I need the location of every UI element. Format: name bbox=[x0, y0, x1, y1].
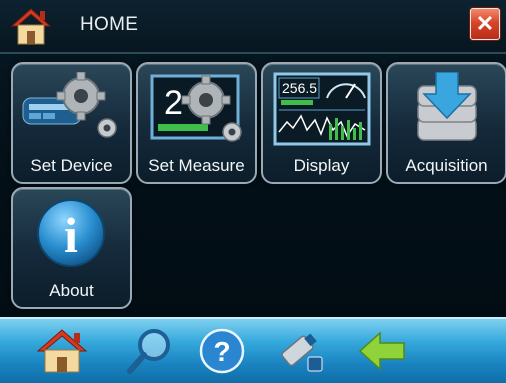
title-bar: HOME ✕ bbox=[0, 0, 506, 54]
help-glyph: ? bbox=[213, 336, 230, 367]
close-button[interactable]: ✕ bbox=[470, 8, 500, 40]
measure-digit: 2 bbox=[164, 84, 183, 122]
gears-measure-icon: 2 bbox=[150, 74, 242, 142]
home-icon[interactable] bbox=[36, 327, 88, 375]
acquisition-button[interactable]: Acquisition bbox=[386, 62, 506, 184]
display-button[interactable]: 256.5 Display bbox=[261, 62, 382, 184]
usb-drive-icon[interactable] bbox=[274, 327, 326, 375]
tile-label: About bbox=[49, 281, 94, 300]
tile-label: Acquisition bbox=[405, 156, 488, 175]
info-glyph: i bbox=[64, 207, 78, 263]
search-icon[interactable] bbox=[124, 327, 176, 375]
info-icon: i bbox=[37, 199, 105, 267]
tile-label: Set Measure bbox=[148, 156, 245, 175]
display-chart-icon: 256.5 bbox=[273, 72, 371, 146]
home-icon bbox=[10, 8, 52, 45]
database-download-icon bbox=[417, 72, 477, 141]
about-button[interactable]: i About bbox=[11, 187, 132, 309]
bottom-toolbar: ? bbox=[0, 317, 506, 383]
display-value: 256.5 bbox=[282, 80, 317, 96]
back-arrow-icon[interactable] bbox=[356, 327, 408, 375]
tile-label: Set Device bbox=[30, 156, 113, 175]
tile-label: Display bbox=[293, 156, 350, 175]
set-measure-button[interactable]: 2 Set Measure bbox=[136, 62, 257, 184]
help-icon[interactable]: ? bbox=[196, 327, 248, 375]
page-title: HOME bbox=[80, 14, 139, 35]
gears-device-icon bbox=[22, 72, 117, 138]
home-screen: HOME ✕ Set Device 2 Set Measure 256.5 Di… bbox=[0, 0, 506, 383]
close-icon: ✕ bbox=[475, 11, 495, 36]
set-device-button[interactable]: Set Device bbox=[11, 62, 132, 184]
